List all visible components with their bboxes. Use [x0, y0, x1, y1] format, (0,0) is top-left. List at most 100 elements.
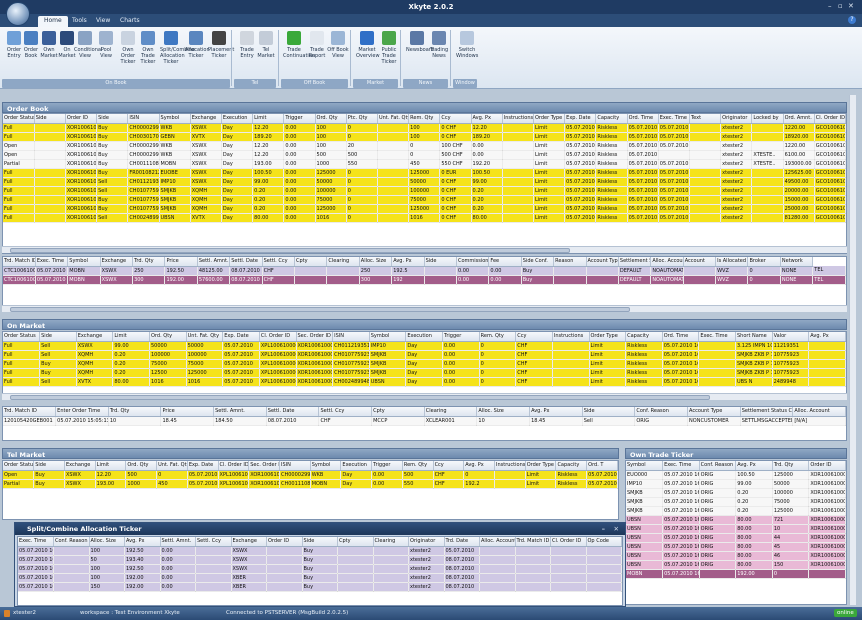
ribbon-button-placement-ticker[interactable]: Placement Ticker	[208, 31, 234, 59]
trades-column-header[interactable]: Settlement Status Code	[618, 257, 652, 267]
on-market-trades-column-header[interactable]: Clearing	[424, 407, 478, 417]
own-trade-ticker-column-header[interactable]: Exec. Time	[662, 461, 700, 471]
order-book-row[interactable]: Full XOR100610000267BuyCH0107759234SMJKBX…	[3, 204, 846, 214]
tel-market-column-header[interactable]: Avg. Px	[463, 461, 495, 471]
trades-column-header[interactable]: Fee	[488, 257, 522, 267]
tel-market-column-header[interactable]: Unt. Fat. Qty	[156, 461, 188, 471]
tel-market-column-header[interactable]: ISIN	[279, 461, 311, 471]
on-market-column-header[interactable]: Exp. Date	[222, 332, 260, 342]
on-market-row[interactable]: Full Sell XQMH 0.20 100000 100000 05.07.2010 XP…	[3, 350, 846, 360]
tel-market-column-header[interactable]: Capacity	[555, 461, 588, 471]
minimize-icon[interactable]: –	[602, 525, 605, 533]
on-market-trades-column-header[interactable]: Cpty	[371, 407, 425, 417]
on-market-column-header[interactable]: Side	[39, 332, 77, 342]
help-icon[interactable]: ?	[848, 16, 856, 24]
on-market-column-header[interactable]: Valor	[772, 332, 810, 342]
own-trade-ticker-row[interactable]: UBSN05.07.2010 16:46:41ORIG80.00721XOR10…	[626, 515, 846, 525]
order-book-column-header[interactable]: Capacity	[595, 114, 628, 124]
trades-column-header[interactable]: Settl. Amnt.	[197, 257, 231, 267]
own-trade-ticker-column-header[interactable]: Order ID	[808, 461, 846, 471]
order-book-row[interactable]: Full XOR100610000264SellCH0112193510IMP10…	[3, 177, 846, 187]
trades-row[interactable]: CTC10061000066405.07.2010 16:36:02MOBNXS…	[3, 266, 846, 276]
tab-home[interactable]: Home	[38, 16, 68, 27]
tel-market-column-header[interactable]: Side	[33, 461, 65, 471]
split-ticker-row[interactable]: 05.07.2010 16:44:39 50193.400.00 XSWX Buy xt…	[18, 555, 622, 565]
trades-column-header[interactable]: Clearing	[326, 257, 360, 267]
on-market-column-header[interactable]: Trigger	[442, 332, 480, 342]
own-trade-ticker-grid[interactable]: Symbol Exec. Time Conf. Reason Avg. Px Trd. …	[625, 460, 847, 605]
trades-column-header[interactable]: Exec. Time	[35, 257, 69, 267]
app-menu-orb-icon[interactable]	[6, 2, 30, 26]
order-book-row[interactable]: Full XOR100610000266BuyCH0107759234SMJKBX…	[3, 195, 846, 205]
tel-market-column-header[interactable]: Exp. Date	[187, 461, 219, 471]
ribbon-button-trade-continuation[interactable]: Trade Continuation	[283, 31, 315, 59]
order-book-column-header[interactable]: Trigger	[283, 114, 316, 124]
order-book-row[interactable]: Full XOR100610000258BuyCH0000299735WKBXSW…	[3, 123, 846, 133]
on-market-trades-column-header[interactable]: Settl. Ccy	[318, 407, 373, 417]
own-trade-ticker-row[interactable]: EUO00005.07.2010 16:37:28ORIG100.5012500…	[626, 470, 846, 480]
on-market-trades-row[interactable]: 120105420GEB001 05.07.2010 15:05:13 10 18.4…	[3, 416, 846, 426]
split-ticker-column-header[interactable]: Order ID	[266, 537, 303, 547]
order-book-column-header[interactable]: Order Type	[533, 114, 566, 124]
order-book-column-header[interactable]: Instructions	[502, 114, 534, 124]
tel-market-column-header[interactable]: Ord. T	[586, 461, 618, 471]
split-ticker-column-header[interactable]: Exec. Time	[18, 537, 54, 547]
close-icon[interactable]: ✕	[614, 525, 619, 533]
on-market-column-header[interactable]: Ccy	[515, 332, 553, 342]
on-market-column-header[interactable]: Avg. Px	[808, 332, 846, 342]
tel-market-column-header[interactable]: Symbol	[310, 461, 342, 471]
order-book-column-header[interactable]: Order ID	[65, 114, 98, 124]
on-market-trades-column-header[interactable]: Account Type	[687, 407, 741, 417]
on-market-trades-column-header[interactable]: Settl. Amnt.	[213, 407, 267, 417]
on-market-column-header[interactable]: Sec. Order ID	[296, 332, 334, 342]
order-book-column-header[interactable]: Side	[34, 114, 66, 124]
on-market-trades-column-header[interactable]: Side	[582, 407, 636, 417]
tel-market-column-header[interactable]: Limit	[95, 461, 127, 471]
on-market-trades-column-header[interactable]: Settl. Date	[266, 407, 320, 417]
close-icon[interactable]: ✕	[848, 2, 854, 10]
order-book-column-header[interactable]: Exec. Time	[658, 114, 690, 124]
trades-column-header[interactable]: Symbol	[67, 257, 101, 267]
ribbon-button-market-overview[interactable]: Market Overview	[356, 31, 380, 59]
trades-column-header[interactable]: Settl. Date	[229, 257, 263, 267]
ribbon-button-conditional[interactable]: Conditional View	[74, 31, 102, 59]
tel-market-row[interactable]: OpenBuyXSWX12.20500005.07.2010XPL1006100…	[3, 470, 618, 480]
trades-column-header[interactable]: Account	[683, 257, 717, 267]
order-book-column-header[interactable]: Originator	[720, 114, 753, 124]
split-combine-titlebar[interactable]: Split/Combine Allocation Ticker – ✕	[15, 523, 625, 535]
trades-column-header[interactable]: Account Type	[586, 257, 619, 267]
trades-column-header[interactable]: Trd. Qty	[132, 257, 166, 267]
tel-market-column-header[interactable]: Cl. Order ID	[218, 461, 250, 471]
ribbon-button-trading-news[interactable]: Trading News	[428, 31, 450, 59]
split-ticker-column-header[interactable]: Settl. Amnt.	[160, 537, 196, 547]
on-market-trades-column-header[interactable]: Conf. Reason	[634, 407, 689, 417]
split-ticker-column-header[interactable]: Settl. Ccy	[195, 537, 232, 547]
split-combine-grid[interactable]: Exec. Time Conf. Reason Alloc. Size Avg. Px…	[17, 536, 623, 606]
order-book-column-header[interactable]: Locked by	[751, 114, 784, 124]
split-ticker-column-header[interactable]: Alloc. Size	[89, 537, 125, 547]
maximize-icon[interactable]: ▫	[838, 2, 843, 10]
ribbon-button-newsboard[interactable]: Newsboard	[406, 31, 434, 53]
split-ticker-column-header[interactable]: Cl. Order ID	[550, 537, 587, 547]
own-trade-ticker-row[interactable]: IMP1005.07.2010 16:38:07ORIG99.0050000XO…	[626, 479, 846, 489]
on-market-column-header[interactable]: Rem. Qty	[479, 332, 517, 342]
trades-column-header[interactable]: Side Conf.	[521, 257, 555, 267]
own-trade-ticker-row[interactable]: SMJKB05.07.2010 16:42:05ORIG0.20100000XO…	[626, 488, 846, 498]
on-market-row[interactable]: Full Buy XQMH 0.20 75000 75000 05.07.2010 XPL10…	[3, 359, 846, 369]
on-market-column-header[interactable]: ISIN	[332, 332, 370, 342]
order-book-row[interactable]: Full XOR100610000265SellCH0107759234SMJKB…	[3, 186, 846, 196]
ribbon-button-own-trade-ticker[interactable]: Own Trade Ticker	[137, 31, 159, 65]
split-ticker-column-header[interactable]: Trd. Date	[444, 537, 480, 547]
split-ticker-row[interactable]: 05.07.2010 16:54:20 150192.000.00 XBER Buy x…	[18, 582, 622, 592]
split-ticker-column-header[interactable]: Originator	[408, 537, 445, 547]
tel-market-column-header[interactable]: Exchange	[64, 461, 96, 471]
order-book-row[interactable]: Open XOR100610000261BuyCH0000299735WKBXSW…	[3, 150, 846, 160]
on-market-column-header[interactable]: Capacity	[625, 332, 663, 342]
tel-market-column-header[interactable]: Execution	[340, 461, 373, 471]
order-book-row[interactable]: Full XOR100610000268SellCH0024899483UBSNX…	[3, 213, 846, 223]
on-market-trades-column-header[interactable]: Trd. Match ID	[3, 407, 57, 417]
trades-column-header[interactable]: Alloc. Account	[650, 257, 684, 267]
order-book-row[interactable]: Full XOR100610000259BuyCH0030170408GEBNXV…	[3, 132, 846, 142]
tel-market-column-header[interactable]: Instructions	[494, 461, 526, 471]
on-market-column-header[interactable]: Symbol	[369, 332, 407, 342]
